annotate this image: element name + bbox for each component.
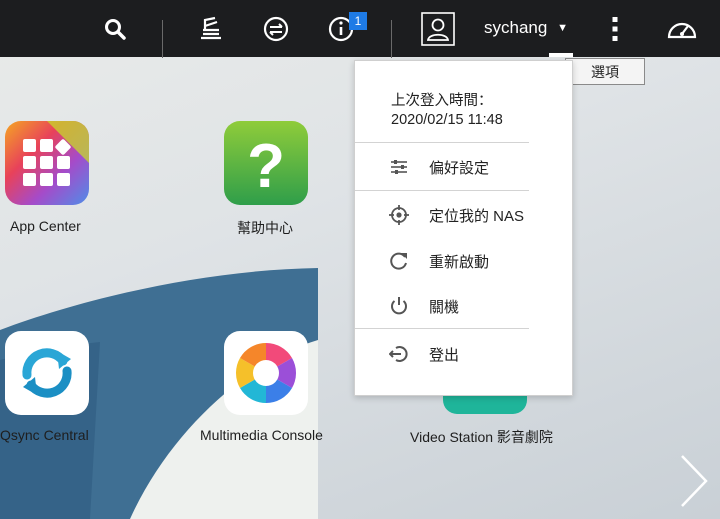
- last-login: 上次登入時間： 2020/02/15 11:48: [391, 92, 503, 130]
- active-indicator: [549, 53, 573, 57]
- chevron-down-icon: ▼: [557, 22, 568, 34]
- app-label[interactable]: 幫助中心: [237, 218, 293, 238]
- power-icon: [389, 296, 409, 316]
- dashboard-icon[interactable]: [664, 0, 700, 57]
- menu-item-logout[interactable]: 登出: [355, 334, 529, 374]
- last-login-label: 上次登入時間：: [391, 93, 493, 109]
- multimedia-console-icon[interactable]: [224, 331, 308, 415]
- stack-icon[interactable]: [196, 0, 226, 57]
- menu-item-label: 偏好設定: [429, 159, 490, 177]
- menu-item-label: 登出: [429, 346, 460, 364]
- options-tooltip: 選項: [565, 58, 645, 85]
- crosshair-icon: [389, 205, 409, 225]
- menu-item-locate-nas[interactable]: 定位我的 NAS: [355, 195, 529, 235]
- more-icon[interactable]: [605, 0, 625, 57]
- app-center-icon[interactable]: [5, 121, 89, 205]
- user-icon[interactable]: [421, 0, 455, 57]
- sync-icon[interactable]: [260, 0, 292, 57]
- search-icon[interactable]: [100, 0, 130, 57]
- help-center-icon[interactable]: ?: [224, 121, 308, 205]
- top-bar: 1 sychang ▼: [0, 0, 720, 58]
- menu-item-label: 重新啟動: [429, 253, 490, 271]
- last-login-time: 2020/02/15 11:48: [391, 112, 503, 128]
- username-dropdown[interactable]: sychang ▼: [484, 18, 568, 38]
- app-label[interactable]: Video Station 影音劇院: [410, 427, 553, 447]
- menu-item-preferences[interactable]: 偏好設定: [355, 147, 529, 187]
- chevron-right-icon[interactable]: [678, 454, 710, 508]
- menu-item-label: 關機: [429, 298, 460, 316]
- logout-icon: [389, 344, 409, 364]
- menu-item-restart[interactable]: 重新啟動: [355, 241, 529, 281]
- qsync-icon[interactable]: [5, 331, 89, 415]
- menu-item-shutdown[interactable]: 關機: [355, 286, 529, 326]
- divider: [355, 142, 529, 143]
- separator: [162, 20, 163, 58]
- restart-icon: [389, 251, 409, 271]
- notification-badge: 1: [349, 12, 367, 30]
- divider: [355, 190, 529, 191]
- menu-item-label: 定位我的 NAS: [429, 207, 525, 225]
- username: sychang: [484, 18, 548, 37]
- user-menu: 上次登入時間： 2020/02/15 11:48 偏好設定 定位我的 NAS 重…: [354, 60, 573, 396]
- video-station-icon[interactable]: [443, 396, 527, 414]
- divider: [355, 328, 529, 329]
- svg-text:?: ?: [247, 132, 285, 201]
- app-label[interactable]: App Center: [10, 218, 81, 234]
- app-label[interactable]: Qsync Central: [0, 427, 89, 443]
- sliders-icon: [389, 157, 409, 177]
- separator: [391, 20, 392, 58]
- app-label[interactable]: Multimedia Console: [200, 427, 323, 443]
